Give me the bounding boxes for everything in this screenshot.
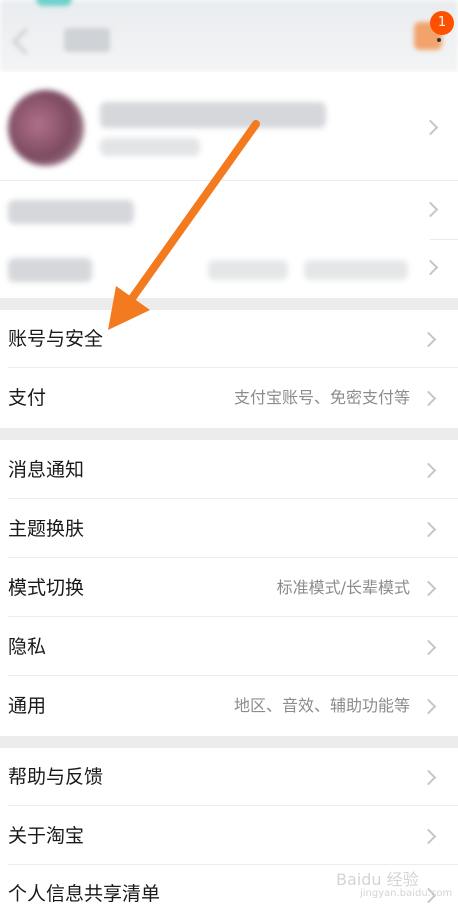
watermark-logo: Baidu 经验 jingyan.baidu.com bbox=[336, 866, 452, 899]
watermark-brand: Baidu 经验 bbox=[336, 870, 419, 889]
watermark-url: jingyan.baidu.com bbox=[360, 888, 453, 899]
annotation-arrow-icon bbox=[108, 120, 260, 330]
